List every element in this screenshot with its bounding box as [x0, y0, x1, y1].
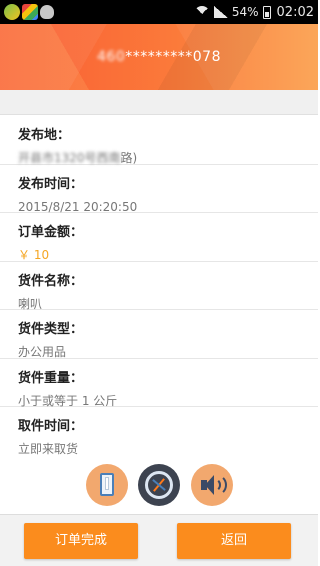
origin-value-tail: 路)	[120, 151, 138, 165]
call-button[interactable]	[86, 464, 128, 506]
clock: 02:02	[276, 4, 314, 20]
battery-percent: 54%	[231, 5, 259, 19]
pickup-time-label: 取件时间：	[18, 419, 84, 434]
publish-time-row: 发布时间： 2015/8/21 20:20:50	[0, 165, 318, 214]
goods-type-row: 货件类型： 办公用品	[0, 310, 318, 359]
amount-row: 订单金额： ￥ 10	[0, 213, 318, 262]
goods-weight-row: 货件重量： 小于或等于 1 公斤	[0, 359, 318, 408]
goods-name-label: 货件名称：	[18, 273, 84, 289]
battery-icon	[262, 5, 271, 19]
phone-prefix-blurred: 460	[97, 49, 126, 65]
pickup-time-row: 取件时间： 立即来取货	[0, 407, 318, 456]
pickup-time-value: 立即来取货	[18, 442, 79, 456]
bottom-action-bar: 订单完成 返回	[0, 514, 318, 566]
google-notification-icon	[22, 4, 38, 20]
app-notification-icon	[4, 4, 20, 20]
section-gap	[0, 90, 318, 115]
header-banner: 460*********078	[0, 24, 318, 90]
origin-label: 发布地：	[18, 128, 71, 143]
order-details: 发布地： 开县市1320号西南路) 发布时间： 2015/8/21 20:20:…	[0, 116, 318, 456]
android-icon	[40, 5, 54, 19]
goods-type-label: 货件类型：	[18, 322, 84, 337]
amount-label: 订单金额：	[18, 225, 84, 240]
origin-row: 发布地： 开县市1320号西南路)	[0, 116, 318, 165]
action-icons	[0, 464, 318, 508]
phone-icon	[100, 473, 114, 496]
phone-masked: *********078	[125, 49, 221, 65]
goods-weight-label: 货件重量：	[18, 370, 84, 386]
play-audio-button[interactable]	[191, 464, 233, 506]
navigate-button[interactable]	[138, 464, 180, 506]
goods-name-row: 货件名称： 喇叭	[0, 262, 318, 311]
order-complete-button[interactable]: 订单完成	[24, 523, 138, 559]
publish-time-label: 发布时间：	[18, 176, 84, 192]
back-button[interactable]: 返回	[177, 523, 291, 559]
wifi-icon	[193, 6, 210, 18]
phone-number: 460*********078	[0, 24, 318, 90]
sound-wave-outer	[205, 474, 227, 496]
origin-value-blurred: 开县市1320号西南	[18, 151, 121, 165]
status-bar: 54% 02:02	[0, 0, 318, 24]
signal-icon	[213, 6, 228, 18]
status-bar-right: 54% 02:02	[193, 0, 314, 24]
compass-icon	[145, 471, 173, 499]
